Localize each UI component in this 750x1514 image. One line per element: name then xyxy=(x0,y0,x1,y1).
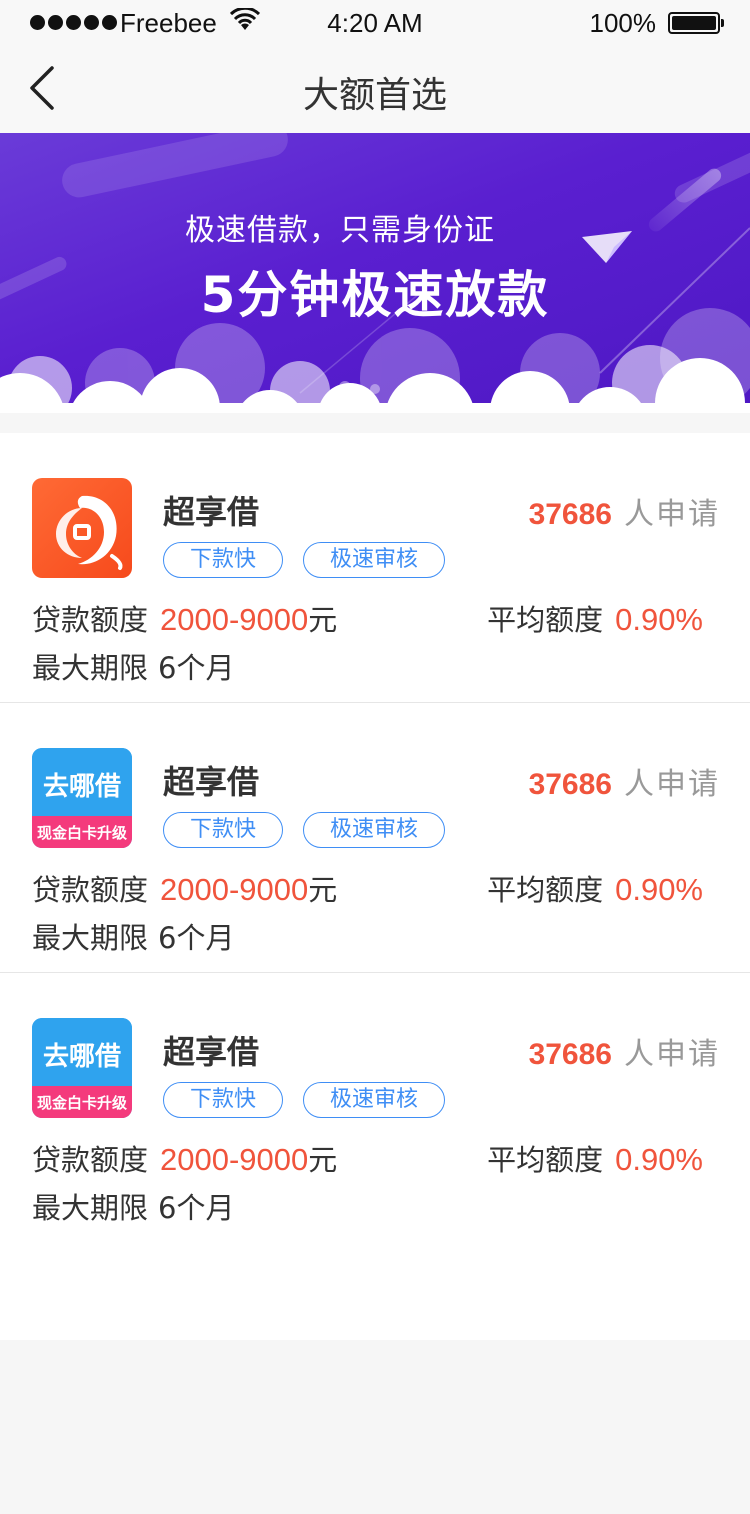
logo-text-top: 去哪借 xyxy=(43,1042,121,1072)
term-label: 最大期限 xyxy=(32,921,149,955)
applicant-count: 37686 人申请 xyxy=(529,489,720,533)
loan-name: 超享借 xyxy=(163,493,260,531)
loan-amount: 贷款额度 2000-9000元 xyxy=(32,1137,337,1179)
amount-label: 贷款额度 xyxy=(32,1143,149,1177)
swirl-orange-logo-icon xyxy=(32,478,132,578)
amount-value: 2000-9000 xyxy=(160,872,309,907)
banner-headline: 5分钟极速放款 xyxy=(200,266,550,324)
promo-banner[interactable]: 极速借款，只需身份证 5分钟极速放款 xyxy=(0,133,750,413)
loan-item[interactable]: 超享借 37686 人申请 下款快 极速审核 贷款额度 2000-9000元 平均额… xyxy=(0,433,750,703)
amount-unit: 元 xyxy=(308,1143,338,1177)
status-bar: Freebee 4:20 AM 100% xyxy=(0,0,750,44)
amount-label: 贷款额度 xyxy=(32,873,149,907)
loan-name: 超享借 xyxy=(163,763,260,801)
loan-rate: 平均额度 0.90% xyxy=(487,867,703,909)
tag-fast-payout: 下款快 xyxy=(163,542,284,578)
loan-name: 超享借 xyxy=(163,1033,260,1071)
qunajie-logo-icon: 去哪借 现金白卡升级 xyxy=(32,748,132,848)
loan-item[interactable]: 去哪借 现金白卡升级 超享借 37686 人申请 下款快 极速审核 贷款额度 200… xyxy=(0,973,750,1243)
term-label: 最大期限 xyxy=(32,1191,149,1225)
loan-term: 最大期限 6个月 xyxy=(32,645,234,687)
tag-fast-payout: 下款快 xyxy=(163,812,284,848)
loan-tags: 下款快 极速审核 xyxy=(163,812,446,848)
applicant-count-value: 37686 xyxy=(528,1038,612,1071)
section-gap xyxy=(0,413,750,433)
loan-amount: 贷款额度 2000-9000元 xyxy=(32,867,337,909)
loan-list: 超享借 37686 人申请 下款快 极速审核 贷款额度 2000-9000元 平均额… xyxy=(0,433,750,1340)
tag-fast-review: 极速审核 xyxy=(303,1082,446,1118)
term-value: 6个月 xyxy=(158,651,235,685)
amount-label: 贷款额度 xyxy=(32,603,149,637)
amount-value: 2000-9000 xyxy=(160,602,309,637)
rate-value: 0.90% xyxy=(615,1142,703,1177)
loan-rate: 平均额度 0.90% xyxy=(487,597,703,639)
page-title: 大额首选 xyxy=(302,75,447,116)
applicant-count-suffix: 人申请 xyxy=(624,1037,720,1072)
qunajie-logo-icon: 去哪借 现金白卡升级 xyxy=(32,1018,132,1118)
banner-subtitle: 极速借款，只需身份证 xyxy=(185,213,495,248)
loan-rate: 平均额度 0.90% xyxy=(487,1137,703,1179)
rate-value: 0.90% xyxy=(615,872,703,907)
term-value: 6个月 xyxy=(158,1191,235,1225)
logo-text-top: 去哪借 xyxy=(43,772,121,802)
applicant-count-suffix: 人申请 xyxy=(624,497,720,532)
applicant-count-value: 37686 xyxy=(528,768,612,801)
nav-bar: 大额首选 xyxy=(0,44,750,133)
applicant-count-suffix: 人申请 xyxy=(624,767,720,802)
loan-term: 最大期限 6个月 xyxy=(32,1185,234,1227)
amount-unit: 元 xyxy=(308,873,338,907)
rate-label: 平均额度 xyxy=(487,603,604,637)
loan-amount: 贷款额度 2000-9000元 xyxy=(32,597,337,639)
tag-fast-payout: 下款快 xyxy=(163,1082,284,1118)
tag-fast-review: 极速审核 xyxy=(303,812,446,848)
logo-text-bottom: 现金白卡升级 xyxy=(37,1094,128,1112)
loan-tags: 下款快 极速审核 xyxy=(163,542,446,578)
term-label: 最大期限 xyxy=(32,651,149,685)
battery-icon xyxy=(668,12,724,34)
applicant-count-value: 37686 xyxy=(528,498,612,531)
applicant-count: 37686 人申请 xyxy=(529,759,720,803)
applicant-count: 37686 人申请 xyxy=(529,1029,720,1073)
rate-label: 平均额度 xyxy=(487,1143,604,1177)
loan-term: 最大期限 6个月 xyxy=(32,915,234,957)
loan-tags: 下款快 极速审核 xyxy=(163,1082,446,1118)
logo-text-bottom: 现金白卡升级 xyxy=(37,824,128,842)
rate-label: 平均额度 xyxy=(487,873,604,907)
amount-unit: 元 xyxy=(308,603,338,637)
loan-item[interactable]: 去哪借 现金白卡升级 超享借 37686 人申请 下款快 极速审核 贷款额度 200… xyxy=(0,703,750,973)
term-value: 6个月 xyxy=(158,921,235,955)
tag-fast-review: 极速审核 xyxy=(303,542,446,578)
rate-value: 0.90% xyxy=(615,602,703,637)
battery-percent: 100% xyxy=(589,8,657,38)
amount-value: 2000-9000 xyxy=(160,1142,309,1177)
